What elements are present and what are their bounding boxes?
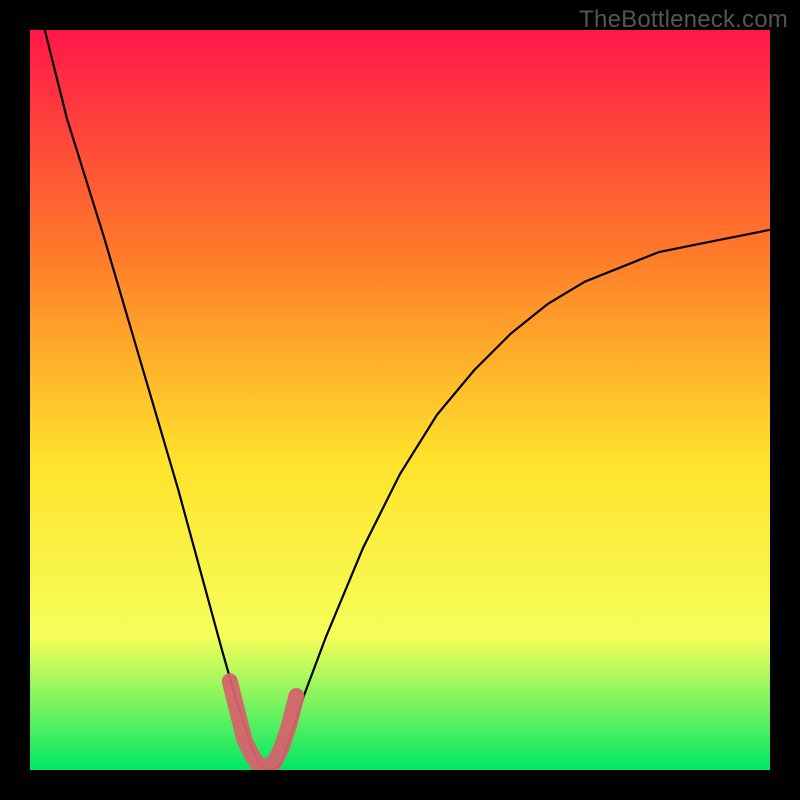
plot-area bbox=[30, 30, 770, 770]
gradient-background bbox=[30, 30, 770, 770]
plot-svg bbox=[30, 30, 770, 770]
chart-frame: TheBottleneck.com bbox=[0, 0, 800, 800]
